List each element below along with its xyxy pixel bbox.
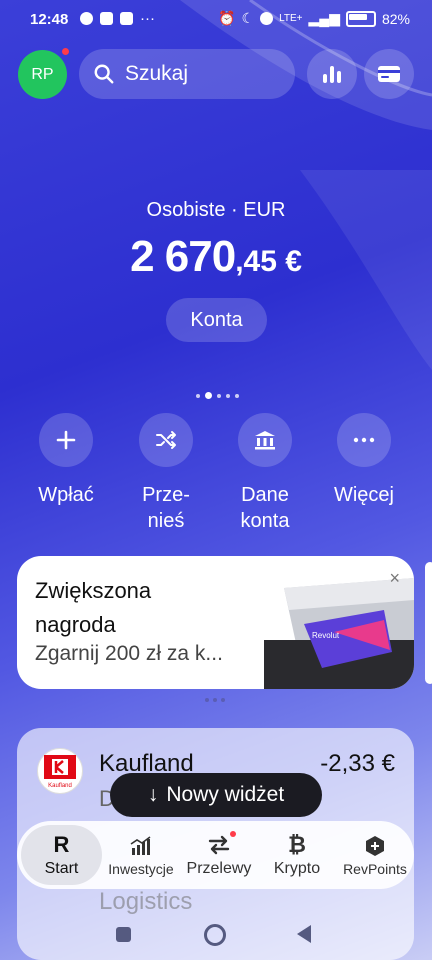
message-icon	[100, 12, 113, 25]
bank-icon	[238, 413, 292, 467]
deposit-action[interactable]: Wpłać	[16, 413, 116, 508]
bottom-nav: R Start Inwestycje Przelewy ₿ Krypto Rev…	[17, 821, 414, 889]
battery-icon	[345, 10, 376, 27]
nav-investments-label: Inwestycje	[108, 860, 174, 877]
signal-icon: ▂▄▆	[308, 10, 340, 26]
shuffle-icon	[139, 413, 193, 467]
system-nav-bar	[0, 906, 432, 960]
status-time: 12:48	[30, 11, 69, 28]
pager-dot	[221, 698, 225, 702]
alarm-icon: ⏰	[218, 10, 236, 26]
bitcoin-icon: ₿	[288, 831, 306, 857]
card-icon	[378, 66, 400, 82]
pager-dot	[196, 393, 200, 398]
balance-decimal: ,45 €	[235, 245, 302, 278]
transaction-amount: -2,33 €	[320, 750, 395, 777]
more-notifications-icon: ···	[140, 10, 155, 27]
search-bar[interactable]: Szukaj	[79, 49, 295, 99]
transfer-action[interactable]: Prze- nieś	[116, 413, 216, 534]
notification-dot	[62, 48, 69, 55]
promo-title: Zwiększona nagroda	[35, 578, 152, 637]
cards-button[interactable]	[364, 49, 414, 99]
more-label: Więcej	[333, 484, 394, 506]
accounts-button[interactable]: Konta	[166, 298, 267, 342]
messenger-icon	[80, 12, 93, 25]
new-widget-toast[interactable]: ↓ Nowy widżet	[110, 773, 322, 817]
account-label[interactable]: Osobiste · EUR	[0, 199, 432, 222]
pager-dot	[205, 698, 209, 702]
home-icon[interactable]	[204, 924, 226, 946]
nav-transfers-label: Przelewy	[186, 859, 252, 877]
pager-dot	[235, 393, 239, 398]
promo-subtitle: Zgarnij 200 zł za k...	[35, 642, 223, 665]
revolut-r-icon: R	[53, 831, 70, 857]
kaufland-logo: Kaufland	[37, 748, 83, 794]
r-icon	[260, 12, 274, 25]
notification-dot	[229, 830, 236, 837]
pager-dot-active	[205, 392, 212, 399]
close-icon[interactable]: ×	[389, 568, 400, 589]
more-icon	[337, 413, 391, 467]
next-card-peek[interactable]	[425, 562, 432, 684]
deposit-label: Wpłać	[38, 484, 94, 506]
search-icon	[94, 64, 114, 84]
pager-dot	[226, 393, 230, 398]
investments-chart-icon	[102, 834, 180, 858]
more-action[interactable]: Więcej	[314, 413, 414, 508]
nav-revpoints[interactable]: RevPoints	[336, 834, 414, 877]
balance-main: 2 670	[130, 232, 236, 281]
pager-dot	[217, 393, 221, 398]
bar-chart-icon	[323, 66, 341, 83]
analytics-button[interactable]	[307, 49, 357, 99]
nav-start-label: Start	[44, 859, 79, 877]
avatar-initials: RP	[31, 65, 54, 83]
search-placeholder: Szukaj	[125, 62, 189, 85]
recents-icon[interactable]	[116, 927, 131, 942]
promo-pager	[205, 698, 225, 702]
moon-icon: ☾	[241, 10, 255, 26]
arrow-down-icon: ↓	[147, 783, 159, 806]
transfer-label: Prze- nieś	[142, 484, 190, 532]
nav-transfers[interactable]: Przelewy	[180, 830, 258, 878]
nav-crypto-label: Krypto	[273, 859, 321, 877]
nav-crypto[interactable]: ₿ Krypto	[258, 831, 336, 878]
card-brand-text: Revolut	[312, 631, 340, 640]
toast-label: Nowy widżet	[166, 783, 285, 806]
account-details-action[interactable]: Dane konta	[215, 413, 315, 534]
plus-icon	[39, 413, 93, 467]
nav-revpoints-label: RevPoints	[343, 860, 407, 877]
pager-dot	[213, 698, 217, 702]
battery-percent: 82%	[381, 10, 410, 27]
avatar[interactable]: RP	[18, 48, 69, 99]
nav-start[interactable]: R Start	[21, 825, 102, 885]
nav-investments[interactable]: Inwestycje	[102, 834, 180, 877]
promo-card[interactable]: Zwiększona nagroda Zgarnij 200 zł za k..…	[17, 556, 414, 689]
network-label: LTE+	[279, 13, 303, 24]
transfer-arrows-icon	[180, 833, 258, 857]
revpoints-icon	[336, 834, 414, 858]
youtube-icon	[120, 12, 133, 25]
account-balance: 2 670,45 €	[0, 232, 432, 282]
status-bar: 12:48 ··· ⏰ ☾ LTE+ ▂▄▆ 82%	[0, 0, 432, 40]
account-pager	[196, 392, 239, 399]
account-details-label: Dane konta	[240, 484, 290, 532]
back-icon[interactable]	[297, 925, 311, 943]
kaufland-logo-text: Kaufland	[48, 783, 72, 789]
